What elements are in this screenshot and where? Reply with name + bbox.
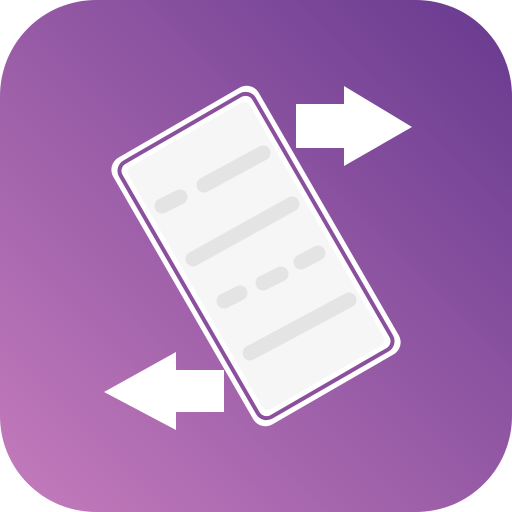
- text-line: [255, 266, 289, 291]
- text-line: [216, 285, 248, 309]
- text-line: [154, 189, 188, 214]
- text-line: [293, 245, 326, 270]
- app-icon: [0, 0, 512, 512]
